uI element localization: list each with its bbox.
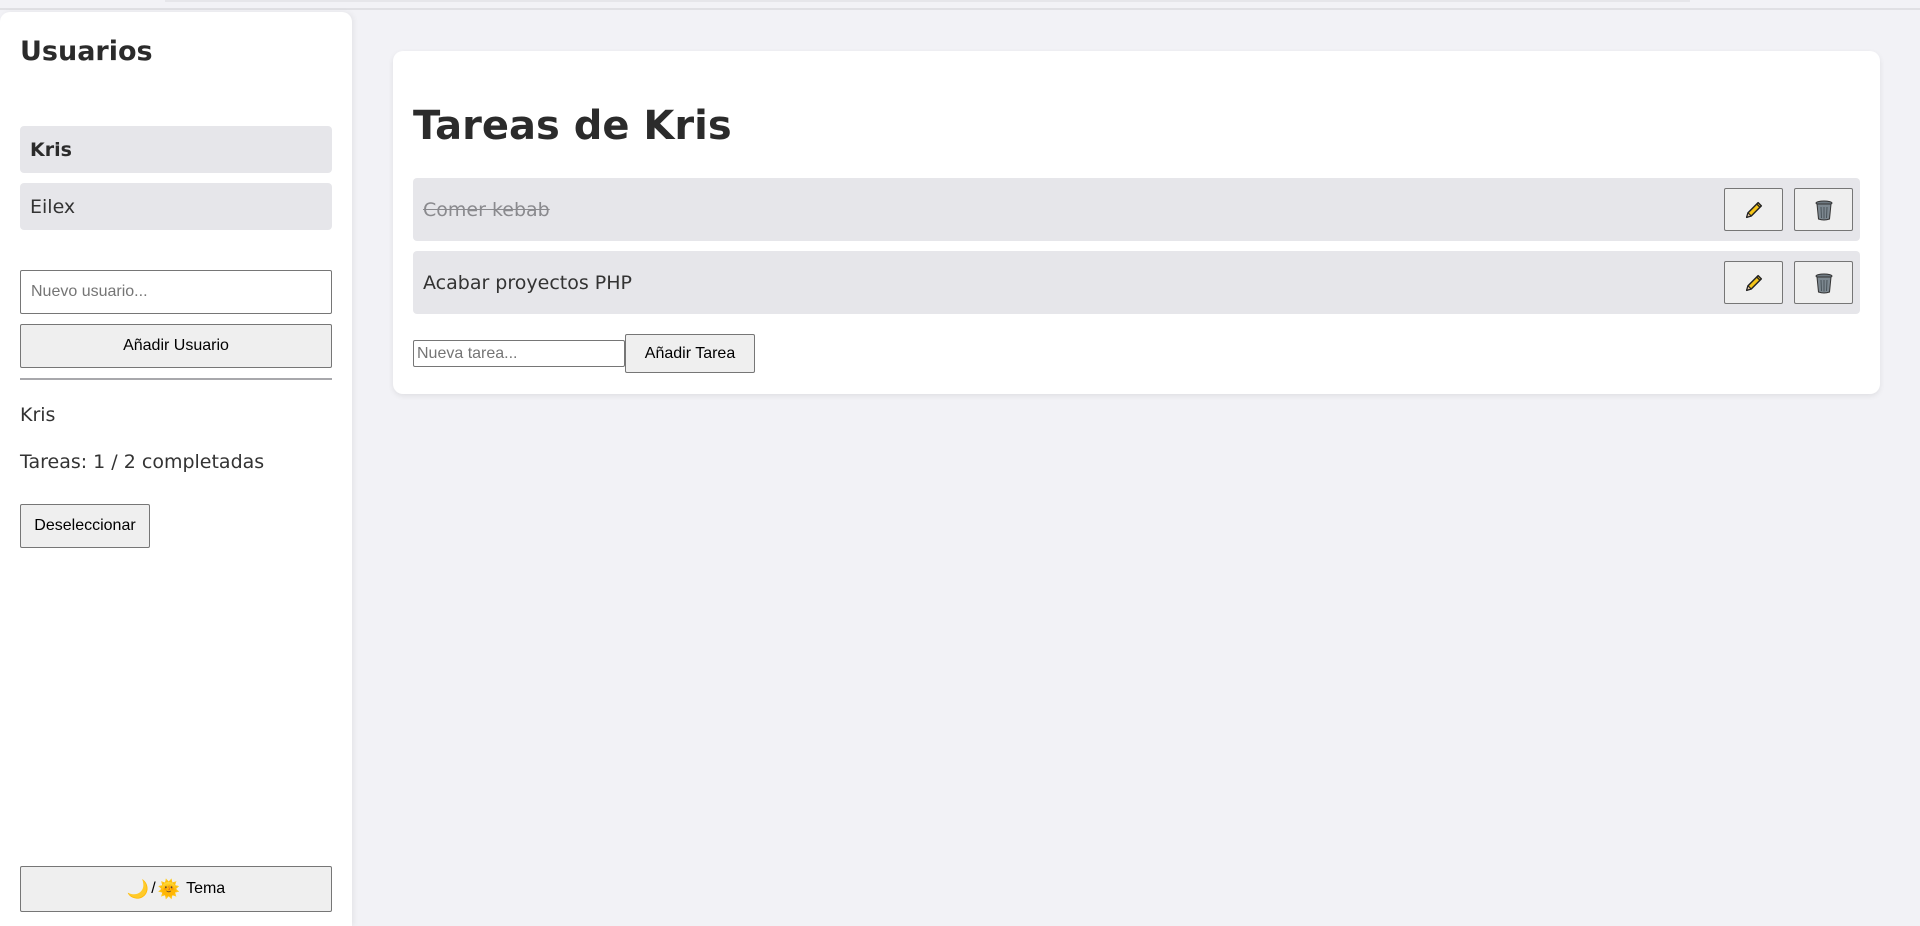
task-text[interactable]: Acabar proyectos PHP [423,251,632,314]
new-task-input[interactable] [413,340,625,367]
delete-task-button[interactable] [1794,188,1853,231]
task-row[interactable]: Acabar proyectos PHP [413,251,1860,314]
task-summary: Tareas: 1 / 2 completadas [20,451,265,473]
theme-toggle-button[interactable]: 🌙 / 🌞 Tema [20,866,332,912]
user-item-eilex[interactable]: Eilex [20,183,332,230]
theme-separator: / [151,880,156,897]
user-item-kris[interactable]: Kris [20,126,332,173]
task-row[interactable]: Comer kebab [413,178,1860,241]
add-task-button[interactable]: Añadir Tarea [625,334,755,373]
trash-icon [1815,200,1832,220]
sidebar-title: Usuarios [20,36,153,67]
sun-icon: 🌞 [157,879,181,899]
new-user-input[interactable] [20,270,332,314]
user-item-label: Eilex [30,195,76,218]
pencil-icon [1745,274,1762,291]
user-item-label: Kris [30,138,72,161]
divider [20,378,332,380]
pencil-icon [1745,201,1762,218]
page-title: Tareas de Kris [413,103,732,149]
user-list: Kris Eilex [20,126,332,240]
browser-top-edge [0,0,1920,10]
theme-label: Tema [186,880,226,897]
deselect-button[interactable]: Deseleccionar [20,504,150,548]
add-user-button[interactable]: Añadir Usuario [20,324,332,368]
moon-icon: 🌙 [126,879,150,899]
tasks-panel: Tareas de Kris Comer kebab Acabar proyec… [393,51,1880,394]
delete-task-button[interactable] [1794,261,1853,304]
edit-task-button[interactable] [1724,261,1783,304]
selected-user-name: Kris [20,404,56,426]
task-text-completed[interactable]: Comer kebab [423,178,550,241]
edit-task-button[interactable] [1724,188,1783,231]
top-edge-line [165,0,1690,2]
trash-icon [1815,273,1832,293]
sidebar: Usuarios Kris Eilex Añadir Usuario Kris … [0,12,352,926]
